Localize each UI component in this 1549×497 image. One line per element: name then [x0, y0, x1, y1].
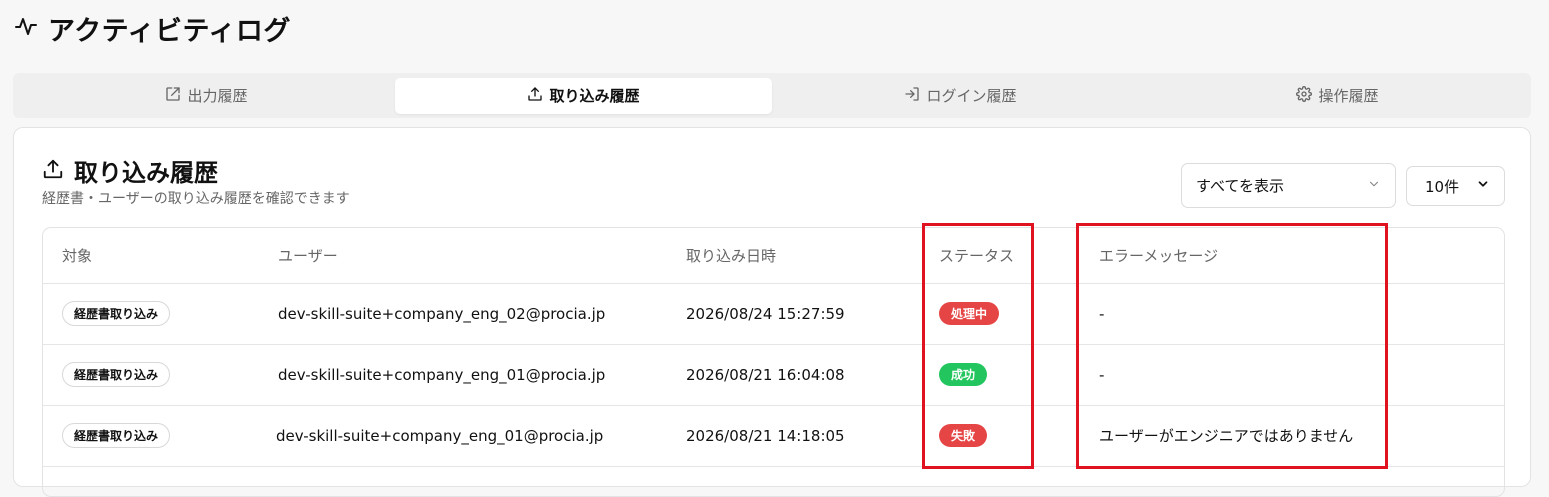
status-filter-value: すべてを表示 — [1196, 177, 1285, 195]
user-cell: dev-skill-suite+company_eng_01@procia.jp — [278, 365, 606, 384]
chevron-down-icon — [1476, 177, 1490, 195]
tab-label: ログイン履歴 — [926, 87, 1017, 105]
error-column-highlight — [1076, 223, 1388, 469]
datetime-cell: 2026/08/21 16:04:08 — [686, 365, 845, 384]
external-link-icon — [165, 86, 181, 106]
target-badge: 経歴書取り込み — [62, 423, 171, 448]
target-cell: 経歴書取り込み — [62, 283, 171, 344]
tab-import-history[interactable]: 取り込み履歴 — [395, 77, 772, 114]
status-column-highlight — [922, 223, 1034, 469]
login-icon — [904, 86, 920, 106]
target-cell: 経歴書取り込み — [62, 405, 171, 466]
tab-login-history[interactable]: ログイン履歴 — [772, 78, 1149, 114]
upload-icon — [527, 86, 543, 106]
chevron-down-icon — [1367, 177, 1381, 195]
target-cell: 経歴書取り込み — [62, 344, 171, 405]
user-cell: dev-skill-suite+company_eng_01@procia.jp — [276, 426, 604, 445]
user-cell: dev-skill-suite+company_eng_02@procia.jp — [278, 304, 606, 323]
column-header-datetime: 取り込み日時 — [686, 247, 777, 265]
gear-icon — [1296, 85, 1313, 106]
target-badge: 経歴書取り込み — [62, 362, 171, 387]
tab-label: 出力履歴 — [187, 87, 248, 105]
page-size-value: 10件 — [1425, 177, 1460, 196]
page-size-select[interactable]: 10件 — [1406, 166, 1505, 206]
status-filter-select[interactable]: すべてを表示 — [1181, 163, 1396, 208]
datetime-cell: 2026/08/21 14:18:05 — [686, 426, 845, 445]
tab-export-history[interactable]: 出力履歴 — [18, 78, 395, 114]
column-header-target: 対象 — [62, 247, 93, 265]
card-subtitle: 経歴書・ユーザーの取り込み履歴を確認できます — [42, 191, 350, 207]
activity-icon — [14, 14, 38, 42]
page-title: アクティビティログ — [48, 15, 291, 47]
target-badge: 経歴書取り込み — [62, 301, 171, 326]
card-title-text: 取り込み履歴 — [74, 159, 218, 187]
card-title: 取り込み履歴 — [42, 153, 218, 188]
datetime-cell: 2026/08/24 15:27:59 — [686, 304, 845, 323]
upload-icon — [42, 158, 64, 184]
tab-label: 取り込み履歴 — [549, 87, 640, 105]
tab-label: 操作履歴 — [1318, 87, 1379, 105]
tab-bar: 出力履歴 取り込み履歴 ログイン履歴 操作履歴 — [13, 73, 1531, 118]
tab-operation-history[interactable]: 操作履歴 — [1149, 78, 1526, 114]
column-header-user: ユーザー — [278, 247, 338, 265]
page-header: アクティビティログ — [14, 8, 291, 48]
